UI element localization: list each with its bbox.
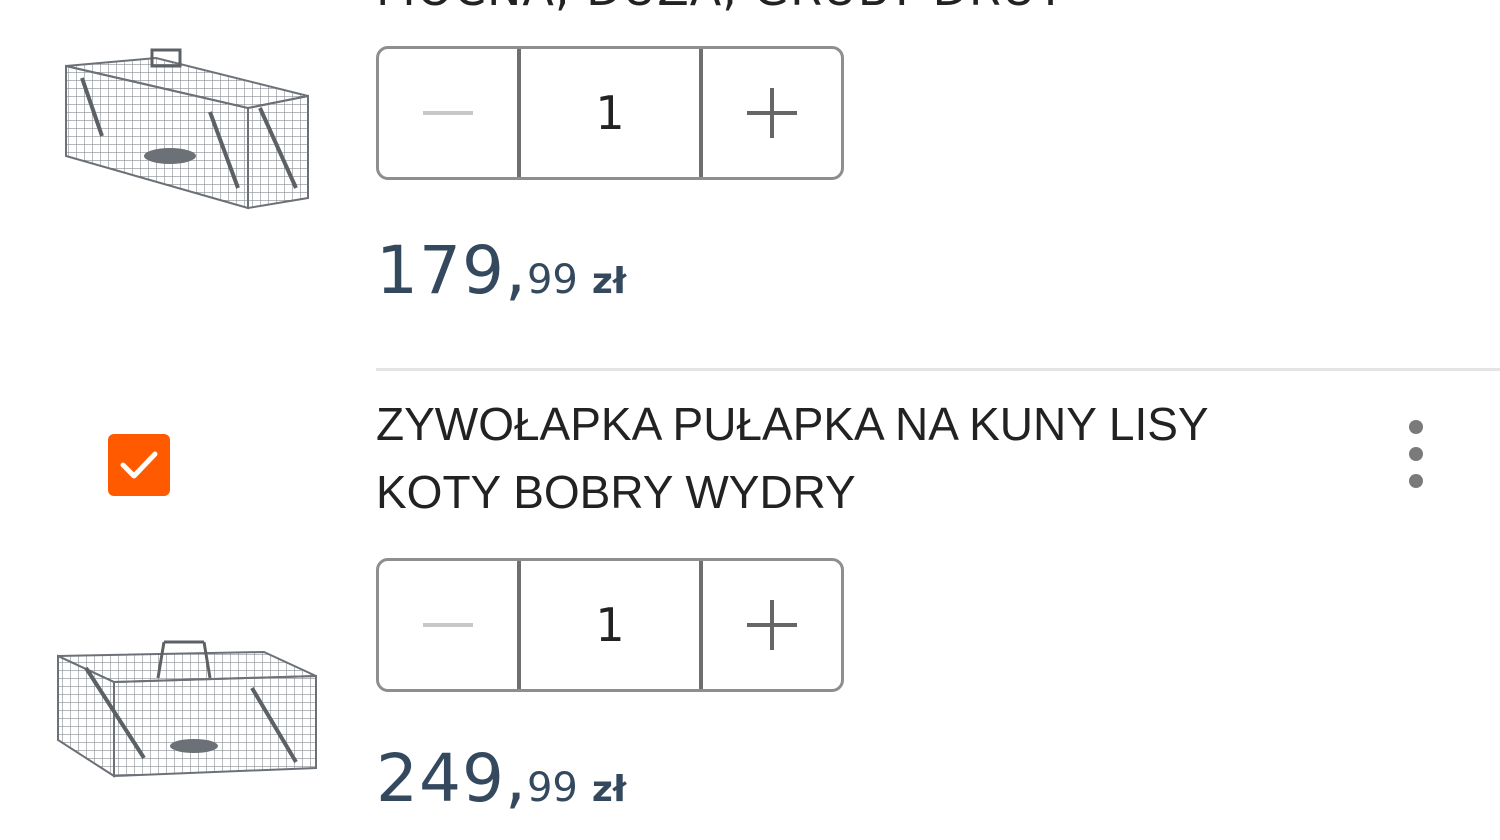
price-integer: 249, <box>376 740 527 817</box>
quantity-value[interactable]: 1 <box>517 561 703 689</box>
item-divider <box>376 368 1500 371</box>
quantity-value[interactable]: 1 <box>517 49 703 177</box>
price-currency: zł <box>591 261 627 302</box>
cage-trap-image <box>65 48 309 210</box>
price-decimal: 99 <box>526 765 578 811</box>
decrease-button[interactable] <box>379 561 517 689</box>
minus-icon <box>423 623 473 627</box>
price-currency: zł <box>591 769 627 810</box>
increase-button[interactable] <box>703 561 841 689</box>
quantity-stepper[interactable]: 1 <box>376 46 844 180</box>
menu-dot <box>1409 420 1423 434</box>
check-icon <box>120 451 158 479</box>
product-title[interactable]: MOCNA, DUŻA, GRUBY DRUT <box>376 0 1066 12</box>
cart-page: MOCNA, DUŻA, GRUBY DRUT 1 <box>0 0 1500 840</box>
product-image[interactable] <box>54 638 320 784</box>
item-select-checkbox[interactable] <box>108 434 170 496</box>
price-integer: 179, <box>376 232 527 309</box>
cage-trap-image <box>57 640 317 778</box>
plus-icon <box>747 600 797 650</box>
product-image[interactable] <box>60 48 312 222</box>
decrease-button[interactable] <box>379 49 517 177</box>
more-vertical-icon[interactable] <box>1396 420 1436 488</box>
increase-button[interactable] <box>703 49 841 177</box>
menu-dot <box>1409 447 1423 461</box>
product-price: 179,99 zł <box>376 232 626 309</box>
menu-dot <box>1409 474 1423 488</box>
product-price: 249,99 zł <box>376 740 626 817</box>
quantity-stepper[interactable]: 1 <box>376 558 844 692</box>
plus-icon <box>747 88 797 138</box>
minus-icon <box>423 111 473 115</box>
price-decimal: 99 <box>526 257 578 303</box>
product-title[interactable]: ZYWOŁAPKA PUŁAPKA NA KUNY LISY KOTY BOBR… <box>376 390 1326 526</box>
